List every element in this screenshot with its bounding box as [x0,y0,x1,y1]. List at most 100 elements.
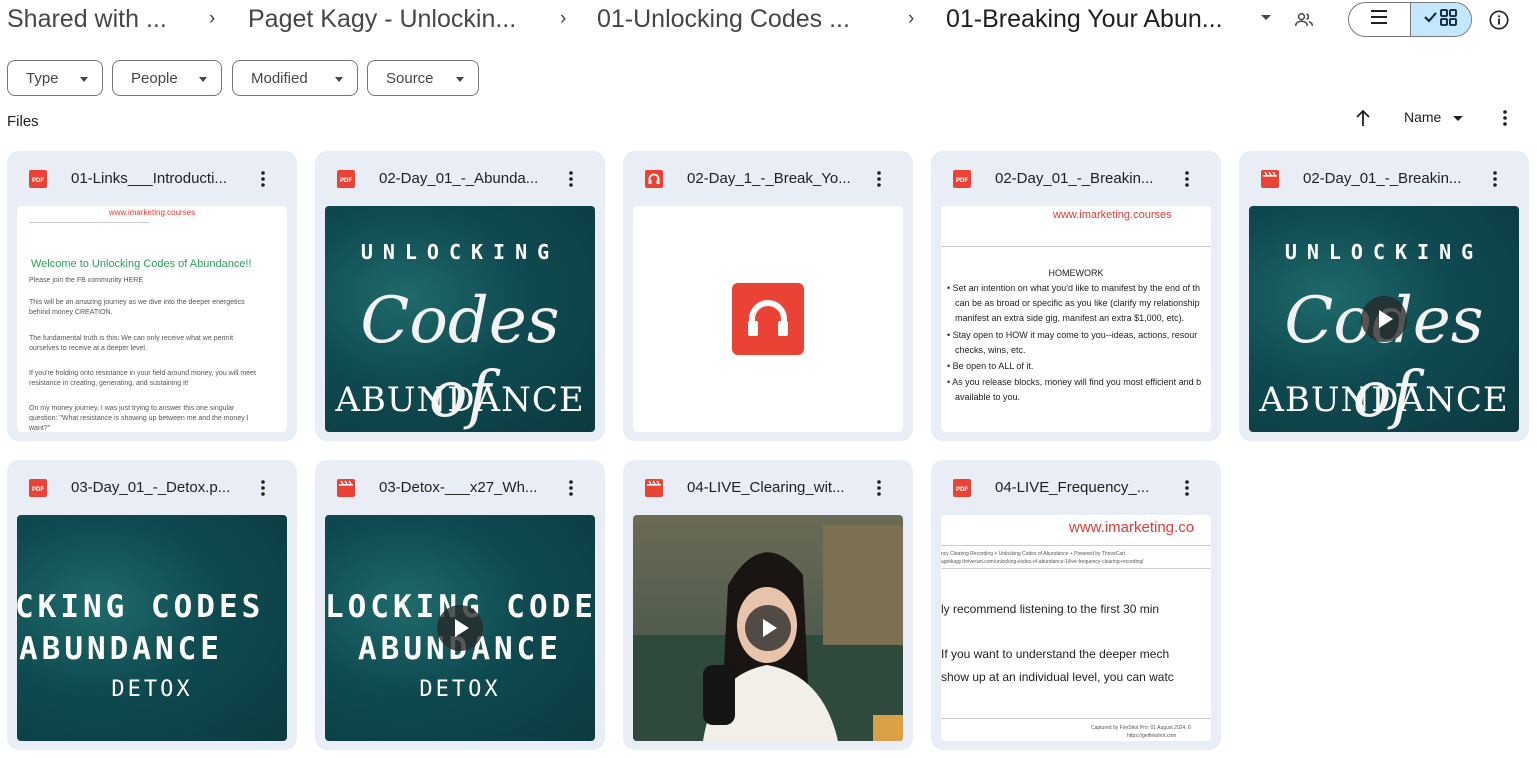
doc-line: agetkagy.thrivecart.com/unlocking-codes-… [941,559,1144,565]
sort-direction-arrow-up-icon[interactable] [1352,107,1374,129]
file-card-title: 02-Day_01_-_Abunda... [379,170,539,187]
doc-line: ourselves to receive at a deeper level. [29,345,147,352]
cover-bottom-text: ABUNDANCE [1259,380,1509,420]
file-thumbnail [633,206,903,432]
file-thumbnail: www.imarketing.courses HOMEWORK • Set an… [941,206,1211,432]
filter-modified-chip[interactable]: Modified [232,60,358,96]
manage-access-icon[interactable] [1292,8,1316,32]
file-card[interactable]: 02-Day_01_-_Breakin... UNLOCKING Codes o… [1239,151,1529,441]
filter-type-label: Type [26,69,59,87]
info-icon[interactable] [1486,7,1512,33]
breadcrumb-item-shared[interactable]: Shared with ... [7,4,167,34]
more-options-icon[interactable] [1494,107,1516,129]
file-card[interactable]: PDF 04-LIVE_Frequency_... www.imarketing… [931,460,1221,750]
file-card-header: 03-Detox-___x27_Wh... [315,460,605,516]
file-card[interactable]: PDF 01-Links___Introducti... www.imarket… [7,151,297,441]
more-actions-icon[interactable] [561,169,581,189]
sort-by-label: Name [1404,109,1442,125]
doc-line: ncy Clearing Recording + Unlocking Codes… [941,551,1126,557]
view-toggle [1348,2,1472,37]
video-file-icon [1261,170,1279,188]
pdf-file-icon: PDF [953,170,971,188]
doc-divider [941,568,1211,569]
dropdown-icon [80,77,88,82]
cover-bottom-text: DETOX [111,677,193,702]
dropdown-icon [456,77,464,82]
file-card[interactable]: PDF 02-Day_01_-_Abunda... UNLOCKING Code… [315,151,605,441]
filter-type-chip[interactable]: Type [7,60,103,96]
breadcrumb-item-paget[interactable]: Paget Kagy - Unlockin... [248,4,516,34]
file-card-title: 02-Day_01_-_Breakin... [1303,170,1462,187]
pdf-file-icon: PDF [29,170,47,188]
more-actions-icon[interactable] [1485,169,1505,189]
doc-line: On my money journey, I was just trying t… [29,405,235,412]
doc-line: question: "What resistance is showing up… [29,415,249,422]
file-card[interactable]: 04-LIVE_Clearing_wit... [623,460,913,750]
dropdown-icon [199,77,207,82]
file-card[interactable]: PDF 03-Day_01_-_Detox.p... CKING CODES O… [7,460,297,750]
play-icon[interactable] [745,605,791,651]
file-card-header: 02-Day_1_-_Break_Yo... [623,151,913,207]
doc-divider [941,545,1211,546]
doc-bullet: • Set an intention on what you'd like to… [947,283,1201,293]
cover-top-text: CKING CODES O [17,589,287,625]
more-actions-icon[interactable] [253,478,273,498]
doc-heading: www.imarketing.co [1069,519,1195,536]
breadcrumb: Shared with ... › Paget Kagy - Unlockin.… [0,0,1537,40]
grid-view-button[interactable] [1409,3,1471,36]
svg-text:PDF: PDF [32,178,44,184]
more-actions-icon[interactable] [561,478,581,498]
file-card-header: PDF 04-LIVE_Frequency_... [931,460,1221,516]
file-thumbnail: www.imarketing.courses Welcome to Unlock… [17,206,287,432]
video-file-icon [337,479,355,497]
play-icon[interactable] [437,605,483,651]
file-card-title: 02-Day_01_-_Breakin... [995,170,1154,187]
file-card-title: 04-LIVE_Frequency_... [995,479,1150,496]
file-card[interactable]: 03-Detox-___x27_Wh... LOCKING CODES ABUN… [315,460,605,750]
more-actions-icon[interactable] [1177,478,1197,498]
doc-line: can be as broad or specific as you like … [955,298,1200,308]
file-thumbnail [633,515,903,741]
chevron-right-icon: › [560,8,567,29]
sort-by-name-button[interactable]: Name [1404,109,1464,125]
pdf-file-icon: PDF [29,479,47,497]
more-actions-icon[interactable] [253,169,273,189]
pdf-file-icon: PDF [953,479,971,497]
filter-source-label: Source [386,69,434,87]
doc-footer: https://getfireshot.com [1127,733,1177,739]
grid-view-icon [1424,8,1458,31]
more-actions-icon[interactable] [869,169,889,189]
doc-line: ly recommend listening to the first 30 m… [941,602,1160,616]
doc-line: manifest an extra side gig, manifest an … [955,313,1185,323]
filter-people-label: People [131,69,178,87]
chevron-right-icon: › [209,8,216,29]
file-card-title: 03-Day_01_-_Detox.p... [71,479,231,496]
cover-top-text: UNLOCKING [1284,240,1484,264]
file-card[interactable]: PDF 02-Day_01_-_Breakin... www.imarketin… [931,151,1221,441]
file-card[interactable]: 02-Day_1_-_Break_Yo... [623,151,913,441]
files-section-label: Files [7,113,39,130]
file-thumbnail: UNLOCKING Codes of ABUNDANCE [325,206,595,432]
file-card-header: 02-Day_01_-_Breakin... [1239,151,1529,207]
doc-footer: Captured by FireShot Pro: 01 August 2024… [1091,725,1191,731]
filter-people-chip[interactable]: People [112,60,222,96]
list-view-button[interactable] [1349,3,1410,36]
doc-line: available to you. [955,392,1021,402]
more-actions-icon[interactable] [1177,169,1197,189]
svg-text:PDF: PDF [340,178,352,184]
file-thumbnail: www.imarketing.co ncy Clearing Recording… [941,515,1211,741]
sort-caret-icon [1453,115,1464,121]
breadcrumb-current-folder[interactable]: 01-Breaking Your Abun... [946,4,1223,34]
breadcrumb-item-unlocking[interactable]: 01-Unlocking Codes ... [597,4,850,34]
doc-line: The fundamental truth is this: We can on… [29,335,234,342]
doc-line: This will be an amazing journey as we di… [29,299,245,306]
folder-menu-caret-icon[interactable] [1261,15,1271,20]
filter-source-chip[interactable]: Source [367,60,479,96]
file-card-header: PDF 02-Day_01_-_Breakin... [931,151,1221,207]
cover-top-text: UNLOCKING [360,240,560,264]
doc-divider [941,246,1211,247]
chevron-right-icon: › [908,8,915,29]
play-icon[interactable] [1361,296,1407,342]
dropdown-icon [335,77,343,82]
more-actions-icon[interactable] [869,478,889,498]
